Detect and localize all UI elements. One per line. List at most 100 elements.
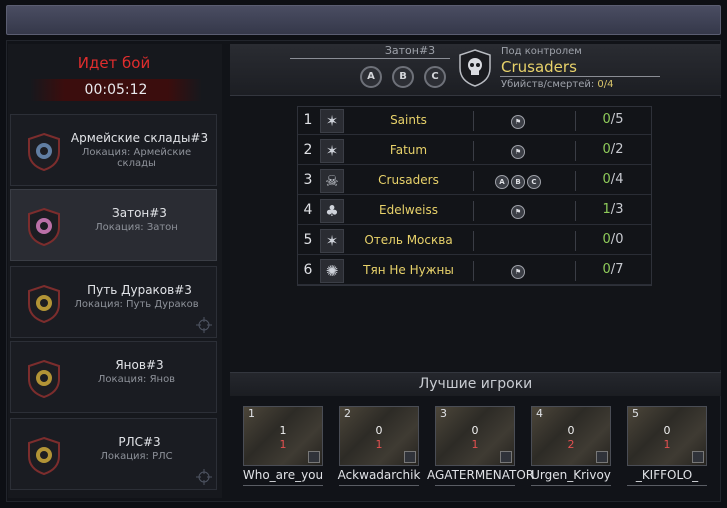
clan-rank: 2 — [303, 142, 313, 158]
location-card[interactable]: Путь Дураков#3 Локация: Путь Дураков — [10, 266, 217, 338]
column-divider — [473, 201, 474, 221]
clan-row[interactable]: 5 ✶ Отель Москва 0/0 — [298, 227, 651, 255]
clan-score: 0/2 — [602, 142, 624, 157]
player-deaths: 2 — [567, 438, 575, 451]
location-card[interactable]: РЛС#3 Локация: РЛС — [10, 418, 217, 490]
capture-point-icon: A — [495, 174, 509, 189]
player-name: Ackwadarchik — [337, 468, 421, 482]
star-icon: ✶ — [320, 229, 344, 253]
clan-emblem-icon — [28, 132, 60, 172]
octopus-icon: ✺ — [320, 259, 344, 283]
star-icon: ✶ — [320, 109, 344, 133]
clan-name: Отель Москва — [364, 233, 453, 247]
flag-icon: ⚑ — [511, 204, 525, 219]
location-name: РЛС#3 — [118, 435, 161, 449]
column-divider — [473, 111, 474, 131]
window-title-bar — [6, 5, 721, 35]
player-deaths: 1 — [471, 438, 479, 451]
clan-row[interactable]: 4 ♣ Edelweiss ⚑ 1/3 — [298, 197, 651, 225]
player-rank: 3 — [440, 407, 447, 420]
player-rank: 4 — [536, 407, 543, 420]
player-underline — [243, 485, 323, 486]
player-rank: 1 — [248, 407, 255, 420]
clan-name: Edelweiss — [379, 203, 438, 217]
control-clan-name: Crusaders — [501, 58, 577, 76]
clan-points: ⚑ — [478, 261, 558, 280]
player-kills: 0 — [663, 424, 671, 437]
location-name: Затон#3 — [112, 206, 167, 220]
crosshair-icon — [196, 317, 212, 333]
player-underline — [435, 485, 515, 486]
location-name: Армейские склады#3 — [70, 131, 209, 145]
player-underline — [531, 485, 611, 486]
player-rank: 5 — [632, 407, 639, 420]
clan-name: Тян Не Нужны — [363, 263, 454, 277]
clan-row[interactable]: 6 ✺ Тян Не Нужны ⚑ 0/7 — [298, 257, 651, 285]
clan-badge-icon — [596, 451, 608, 463]
clan-points: ⚑ — [478, 141, 558, 160]
column-divider — [473, 171, 474, 191]
player-kills: 1 — [279, 424, 287, 437]
capture-point-icon: C — [527, 174, 541, 189]
player-card[interactable]: 5 01 — [627, 406, 707, 466]
column-divider — [473, 261, 474, 281]
clan-name: Fatum — [389, 143, 428, 157]
location-subtitle: Локация: Армейские склады — [81, 147, 192, 169]
clan-emblem-icon — [28, 436, 60, 476]
clan-rank: 4 — [303, 202, 313, 218]
player-card[interactable]: 3 01 — [435, 406, 515, 466]
capture-point-c: C — [424, 66, 446, 88]
player-kills: 0 — [471, 424, 479, 437]
clan-score: 1/3 — [602, 202, 624, 217]
column-divider — [473, 141, 474, 161]
location-card[interactable]: Янов#3 Локация: Янов — [10, 341, 217, 413]
control-score: Убийств/смертей: 0/4 — [501, 79, 614, 90]
clan-emblem-icon — [28, 284, 60, 324]
clan-emblem-icon — [28, 207, 60, 247]
player-deaths: 1 — [279, 438, 287, 451]
player-kills: 0 — [375, 424, 383, 437]
capture-point-a: A — [360, 66, 382, 88]
flag-icon: ⚑ — [511, 114, 525, 129]
clan-badge-icon — [308, 451, 320, 463]
player-name: _KIFFOLO_ — [635, 468, 699, 482]
clan-badge-icon — [500, 451, 512, 463]
flag-icon: ⚑ — [511, 144, 525, 159]
clover-icon: ♣ — [320, 199, 344, 223]
header-divider — [290, 58, 450, 59]
player-underline — [627, 485, 707, 486]
clan-row[interactable]: 3 ☠ Crusaders A B C 0/4 — [298, 167, 651, 195]
player-name: Urgen_Krivoy — [531, 468, 611, 482]
player-card[interactable]: 2 01 — [339, 406, 419, 466]
player-underline — [339, 485, 419, 486]
star-icon: ✶ — [320, 139, 344, 163]
best-players-title: Лучшие игроки — [418, 376, 533, 392]
player-card[interactable]: 4 02 — [531, 406, 611, 466]
clan-points: ⚑ — [478, 111, 558, 130]
clan-score: 0/0 — [602, 232, 624, 247]
clan-name: Saints — [390, 113, 427, 127]
clan-score: 0/7 — [602, 262, 624, 277]
player-rank: 2 — [344, 407, 351, 420]
clan-badge-icon — [404, 451, 416, 463]
clan-rank: 1 — [303, 112, 313, 128]
player-deaths: 1 — [375, 438, 383, 451]
zone-name: Затон#3 — [384, 44, 436, 57]
clan-emblem-icon — [28, 359, 60, 399]
clan-row[interactable]: 1 ✶ Saints ⚑ 0/5 — [298, 107, 651, 135]
location-subtitle: Локация: Затон — [95, 222, 178, 233]
location-card[interactable]: Армейские склады#3 Локация: Армейские скл… — [10, 114, 217, 186]
clan-row[interactable]: 2 ✶ Fatum ⚑ 0/2 — [298, 137, 651, 165]
clan-rank: 6 — [303, 262, 313, 278]
player-card[interactable]: 111 — [243, 406, 323, 466]
location-name: Путь Дураков#3 — [87, 283, 192, 297]
location-name: Янов#3 — [115, 358, 164, 372]
capture-point-icon: B — [511, 174, 525, 189]
battle-status: Идет бой — [77, 54, 151, 72]
battle-timer: 00:05:12 — [30, 79, 202, 101]
column-divider — [473, 231, 474, 251]
clan-score: 0/5 — [602, 112, 624, 127]
player-kills: 0 — [567, 424, 575, 437]
location-card[interactable]: Затон#3 Локация: Затон — [10, 189, 217, 261]
clan-points: ABC — [478, 171, 558, 190]
